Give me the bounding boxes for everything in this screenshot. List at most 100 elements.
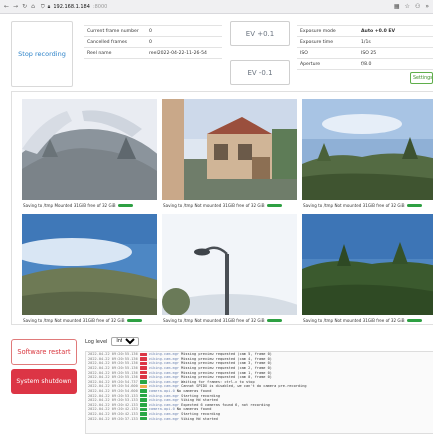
ev-plus-button[interactable]: EV +0.1 xyxy=(230,21,290,46)
log-timestamp: 2022-04-22 09:20:54.737 xyxy=(88,379,138,384)
camera-tile-6: Saving to /tmp Not mounted 31GiB free of… xyxy=(302,214,433,327)
log-timestamp: 2022-04-22 09:20:55.136 xyxy=(88,356,138,361)
log-level-badge xyxy=(139,361,147,366)
camera-status-4: Saving to /tmp Not mounted 31GiB free of… xyxy=(23,318,143,323)
log-output[interactable]: 2022-04-22 09:20:55.136 viking.cam.mgr Mis… xyxy=(85,351,433,434)
log-timestamp: 2022-04-22 09:20:54.600 xyxy=(88,389,138,394)
log-timestamp: 2022-04-22 09:20:42.133 xyxy=(88,412,138,417)
log-source: viking.cam.mgr xyxy=(148,416,180,421)
log-source: viking.cam.mgr xyxy=(148,402,180,407)
camera-tile-3: Saving to /tmp Not mounted 31GiB free of… xyxy=(302,99,433,212)
log-timestamp: 2022-04-22 09:20:42.133 xyxy=(88,402,138,407)
log-message: Starting recording xyxy=(181,393,221,398)
log-source: viking.cam.mgr xyxy=(148,393,180,398)
log-timestamp: 2022-04-22 09:20:55.136 xyxy=(88,352,138,357)
url-host: 192.168.1.184 xyxy=(53,3,90,10)
back-icon[interactable]: ← xyxy=(4,3,9,10)
url-port: :8000 xyxy=(92,3,108,10)
log-level-badge xyxy=(139,389,147,393)
exposure-table: Exposure mode Auto +0.0 EV Exposure time… xyxy=(297,25,433,70)
lock-icon: 🔒︎ xyxy=(47,3,51,10)
camera-preview-5[interactable] xyxy=(162,214,297,315)
qr-icon[interactable]: ▦ xyxy=(394,3,400,10)
system-shutdown-button[interactable]: System shutdown xyxy=(11,369,77,394)
camera-preview-3[interactable] xyxy=(302,99,433,200)
camera-tile-2: Saving to /tmp Not mounted 31GiB free of… xyxy=(162,99,297,212)
storage-progress-bar xyxy=(406,203,423,208)
exposure-value: 1/1s xyxy=(358,36,433,48)
camera-preview-4[interactable] xyxy=(22,214,157,315)
log-line: 2022-04-22 09:20:37.133 viking.cam.mgr Vik… xyxy=(86,416,433,421)
log-timestamp: 2022-04-22 09:20:55.136 xyxy=(88,366,138,371)
log-level-select[interactable]: Info xyxy=(111,337,140,346)
log-level-badge xyxy=(139,384,147,389)
log-timestamp: 2022-04-22 09:20:53.133 xyxy=(88,398,138,403)
camera-tile-5: Saving to /tmp Not mounted 31GiB free of… xyxy=(162,214,297,327)
log-message: Missing preview requested (cam 0, frame … xyxy=(181,375,272,380)
exposure-value: f/8.0 xyxy=(358,58,433,70)
address-bar[interactable]: ⛉ 🔒︎ 192.168.1.184:8000 xyxy=(41,4,107,10)
software-restart-button[interactable]: Software restart xyxy=(11,339,77,365)
log-message: Cannot SPIDX is disabled, we can't do ca… xyxy=(181,384,307,389)
viking-control-page: Stop recording Current frame number 0 Ca… xyxy=(0,14,433,434)
stop-recording-button[interactable]: Stop recording xyxy=(18,50,66,58)
log-timestamp: 2022-04-22 09:20:53.133 xyxy=(88,393,138,398)
table-row: ISO ISO 25 xyxy=(297,47,433,59)
camera-caption: Saving to /tmp Not mounted 31GiB free of… xyxy=(303,203,405,208)
camera-status-5: Saving to /tmp Not mounted 31GiB free of… xyxy=(163,318,283,323)
camera-status-2: Saving to /tmp Not mounted 31GiB free of… xyxy=(163,203,283,208)
camera-preview-2[interactable] xyxy=(162,99,297,200)
camera-preview-6[interactable] xyxy=(302,214,433,315)
frame-label: Cancelled frames xyxy=(84,36,146,48)
camera-status-6: Saving to /tmp Not mounted 31GiB free of… xyxy=(303,318,423,323)
log-message: Missing preview requested (cam 2, frame … xyxy=(181,366,272,371)
log-message: No cameras found xyxy=(176,389,212,394)
log-message: Missing preview requested (cam 4, frame … xyxy=(181,356,272,361)
camera-caption: Saving to /tmp Not mounted 31GiB free of… xyxy=(163,318,265,323)
log-source: viking.cam.mgr xyxy=(148,379,180,384)
bookmark-star-icon[interactable]: ☆ xyxy=(405,3,410,10)
log-source: viking.cam.mgr xyxy=(148,366,180,371)
frame-info-table: Current frame number 0 Cancelled frames … xyxy=(84,25,222,59)
log-source: viking.cam.mgr xyxy=(148,398,180,403)
table-row: Reel name reel2022-04-22-11-26-54 xyxy=(84,47,222,59)
log-timestamp: 2022-04-22 09:20:42.133 xyxy=(88,407,138,412)
home-icon[interactable]: ⌂ xyxy=(31,3,35,10)
ev-minus-button[interactable]: EV -0.1 xyxy=(230,60,290,85)
log-source: camera.api.0 xyxy=(148,407,175,412)
log-message: No cameras found xyxy=(176,407,212,412)
browser-toolbar: ← → ↻ ⌂ ⛉ 🔒︎ 192.168.1.184:8000 ▦ ☆ ⚇ » xyxy=(0,0,433,14)
storage-progress-bar xyxy=(266,318,283,323)
table-row: Current frame number 0 xyxy=(84,25,222,37)
log-timestamp: 2022-04-22 09:20:54.600 xyxy=(88,384,138,389)
log-message: Missing preview requested (cam 1, frame … xyxy=(181,370,272,375)
camera-status-1: Saving to /tmp Mounted 31GiB free of 32 … xyxy=(23,203,134,208)
storage-progress-bar xyxy=(117,203,134,208)
camera-caption: Saving to /tmp Not mounted 31GiB free of… xyxy=(163,203,265,208)
log-source: viking.cam.mgr xyxy=(148,361,180,366)
exposure-value: Auto +0.0 EV xyxy=(358,25,433,37)
more-icon[interactable]: » xyxy=(425,3,429,10)
account-icon[interactable]: ⚇ xyxy=(415,3,420,10)
log-source: viking.cam.mgr xyxy=(148,370,180,375)
log-source: viking.cam.mgr xyxy=(148,356,180,361)
stop-panel: Stop recording xyxy=(11,21,73,87)
settings-button[interactable]: Settings xyxy=(410,72,433,84)
log-timestamp: 2022-04-22 09:20:55.136 xyxy=(88,361,138,366)
frame-label: Current frame number xyxy=(84,25,146,37)
log-level-label: Log level xyxy=(85,338,108,345)
log-source: viking.cam.mgr xyxy=(148,412,180,417)
camera-status-3: Saving to /tmp Not mounted 31GiB free of… xyxy=(303,203,423,208)
camera-preview-1[interactable] xyxy=(22,99,157,200)
exposure-label: Aperture xyxy=(297,58,358,70)
table-row: Exposure mode Auto +0.0 EV xyxy=(297,25,433,37)
forward-icon[interactable]: → xyxy=(13,3,18,10)
log-level-badge xyxy=(139,412,147,416)
browser-nav: ← → ↻ ⌂ xyxy=(4,3,35,10)
exposure-value: ISO 25 xyxy=(358,47,433,59)
frame-value: 0 xyxy=(146,36,222,48)
reload-icon[interactable]: ↻ xyxy=(22,3,27,10)
log-message: Missing preview requested (cam 5, frame … xyxy=(181,352,272,357)
log-source: camera.api.0 xyxy=(148,389,175,394)
camera-caption: Saving to /tmp Not mounted 31GiB free of… xyxy=(303,318,405,323)
